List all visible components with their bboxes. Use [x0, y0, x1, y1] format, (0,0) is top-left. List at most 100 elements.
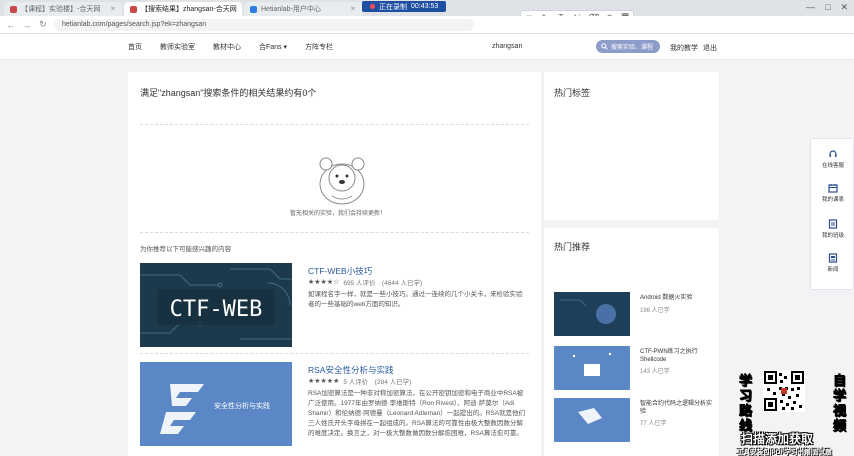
browser-tab-2[interactable]: 【搜索结果】zhangsan-合天网 ✕ — [124, 2, 242, 16]
divider — [140, 353, 529, 354]
course-card-rsa[interactable]: 安全性分析与实践 RSA安全性分析与实践 ★★★★★ 5 人评价 (284 人已… — [140, 362, 529, 448]
main-nav: 首页 教师实验室 教材中心 合Fans ▾ 方阵专栏 — [128, 34, 333, 60]
address-bar: ← → ↻ hetianlab.com/pages/search.jsp?ek=… — [0, 16, 854, 34]
close-window-icon[interactable]: ✕ — [840, 2, 848, 13]
floatbar-label: 我的课表 — [821, 197, 844, 203]
pwn-thumb-icon — [554, 346, 630, 390]
course-meta: ★★★★☆ 695 人评价 (4644 人已学) — [308, 277, 422, 287]
search-input[interactable]: 搜索实验、课程 — [596, 40, 660, 53]
floatbar-label: 新闻 — [827, 267, 839, 273]
rating-stars: ★★★★☆ — [308, 279, 340, 286]
hot-item-thumbnail[interactable] — [554, 292, 630, 336]
forward-icon[interactable]: → — [22, 20, 32, 30]
tab-label: 【搜索结果】zhangsan-合天网 — [141, 6, 237, 13]
promo-watermark: 学 习 路 线 自 学 视 频 扫描添加获取 工具安装包|PDF学习书籍|面试题 — [735, 370, 854, 456]
hot-item-android[interactable]: Android 数据火实验 196 人已学 — [554, 292, 714, 338]
recording-time: 00:43:53 — [411, 3, 439, 10]
rating-count: 5 人评价 (284 人已学) — [343, 379, 412, 386]
hot-item-ctf-pwn[interactable]: CTF-PWN练习之执行Shellcode 143 人已学 — [554, 346, 714, 392]
back-icon[interactable]: ← — [6, 20, 16, 30]
nav-item-teacher-lab[interactable]: 教师实验室 — [160, 42, 195, 52]
site-favicon-icon — [130, 5, 137, 13]
class-icon — [828, 219, 838, 229]
hot-item-title[interactable]: Android 数据火实验 — [640, 294, 712, 302]
search-label: 搜索实验、课程 — [611, 45, 654, 51]
reload-icon[interactable]: ↻ — [38, 19, 48, 30]
calendar-icon — [828, 184, 838, 193]
hot-item-title[interactable]: 智能合约代码之逻辑分析实验 — [640, 400, 712, 416]
nav-item-home[interactable]: 首页 — [128, 42, 142, 52]
my-class-button[interactable]: 我的班级 — [811, 219, 854, 239]
course-card-ctf-web[interactable]: CTF-WEB CTF-WEB小技巧 ★★★★☆ 695 人评价 (4644 人… — [140, 263, 529, 349]
headset-icon — [829, 150, 837, 157]
search-icon — [601, 43, 608, 50]
hot-recommend-title: 热门推荐 — [554, 242, 591, 252]
online-service-button[interactable]: 在线客服 — [811, 149, 854, 169]
empty-result-bear-icon — [319, 157, 365, 205]
course-description: 如课程名字一样，就是一些小技巧。通过一连续的几个小关卡，来检验实验者的一些基础的… — [308, 291, 523, 308]
promo-subtitle: 工具安装包|PDF学习书籍|面试题 — [737, 449, 832, 456]
course-title[interactable]: RSA安全性分析与实践 — [308, 364, 393, 376]
close-tab-icon[interactable]: ✕ — [110, 5, 116, 13]
promo-cta-text: 扫描添加获取 — [741, 432, 814, 446]
close-tab-icon[interactable]: ✕ — [241, 5, 242, 13]
tab-label: Hetianlab-用户中心 — [261, 6, 321, 13]
rating-count: 695 人评价 (4644 人已学) — [343, 280, 423, 287]
qr-code-icon — [763, 370, 805, 412]
tab-label: 【课程】实验楼】-合天网 — [21, 6, 101, 13]
browser-tab-3[interactable]: Hetianlab-用户中心 ✕ — [244, 2, 362, 16]
course-thumbnail[interactable]: 安全性分析与实践 — [140, 362, 292, 446]
news-button[interactable]: 新闻 — [811, 253, 854, 273]
news-icon — [828, 253, 838, 263]
hot-item-title[interactable]: CTF-PWN练习之执行Shellcode — [640, 348, 712, 364]
course-description: RSA加密算法是一种非对称加密算法，在公开密钥加密和电子商业中RSA被广泛使用。… — [308, 390, 526, 437]
thumbnail-title: CTF-WEB — [170, 297, 263, 322]
search-results-panel: 满足"zhangsan"搜索条件的相关结果约有0个 暂无相关的实验，我们会持续更… — [128, 72, 541, 456]
hot-item-thumbnail[interactable] — [554, 346, 630, 390]
record-dot-icon — [370, 4, 375, 9]
contract-thumb-icon — [554, 398, 630, 442]
close-tab-icon[interactable]: ✕ — [350, 5, 356, 13]
divider — [140, 232, 529, 233]
promo-char: 频 — [833, 418, 847, 434]
floating-toolbar: 在线客服 我的课表 我的班级 新闻 — [810, 138, 854, 290]
hot-item-count: 196 人已学 — [640, 308, 670, 314]
my-schedule-button[interactable]: 我的课表 — [811, 183, 854, 203]
android-thumb-icon — [554, 292, 630, 336]
logout-link[interactable]: 退出 — [703, 43, 717, 53]
course-title[interactable]: CTF-WEB小技巧 — [308, 265, 372, 277]
username[interactable]: zhangsan — [492, 43, 522, 50]
hot-item-smart-contract[interactable]: 智能合约代码之逻辑分析实验 77 人已学 — [554, 398, 714, 444]
rating-stars: ★★★★★ — [308, 378, 340, 385]
empty-result-text: 暂无相关的实验，我们会持续更新！ — [289, 211, 386, 217]
nav-item-textbook[interactable]: 教材中心 — [213, 42, 241, 52]
hot-tags-panel: 热门标签 — [544, 72, 719, 220]
rsa-logo-icon: 安全性分析与实践 — [140, 362, 292, 446]
floatbar-label: 在线客服 — [821, 163, 844, 169]
hot-recommend-panel: 热门推荐 Android 数据火实验 196 人已学 CTF-PWN练习之执行S… — [544, 228, 719, 456]
result-count-title: 满足"zhangsan"搜索条件的相关结果约有0个 — [140, 88, 317, 98]
thumbnail-title: 安全性分析与实践 — [214, 401, 270, 410]
course-thumbnail[interactable]: CTF-WEB — [140, 263, 292, 347]
hot-tags-title: 热门标签 — [554, 88, 591, 98]
floatbar-label: 我的班级 — [821, 233, 844, 239]
site-favicon-icon — [10, 5, 17, 13]
site-header: 首页 教师实验室 教材中心 合Fans ▾ 方阵专栏 zhangsan 搜索实验… — [0, 34, 854, 60]
recommendation-label: 为你推荐以下可能感兴趣的内容 — [140, 246, 231, 253]
circuit-pattern-icon: CTF-WEB — [140, 263, 292, 347]
recording-label: 正在录制 — [379, 3, 407, 11]
hot-item-count: 77 人已学 — [640, 421, 667, 427]
site-favicon-icon — [250, 5, 257, 13]
browser-tab-1[interactable]: 【课程】实验楼】-合天网 ✕ — [4, 2, 122, 16]
hot-item-count: 143 人已学 — [640, 369, 670, 375]
maximize-icon[interactable]: □ — [825, 2, 830, 13]
divider — [140, 124, 529, 125]
window-controls: — □ ✕ — [806, 2, 848, 13]
recording-indicator: 正在录制 00:43:53 — [362, 1, 447, 12]
my-teaching-link[interactable]: 我的教学 — [670, 43, 698, 53]
nav-item-column[interactable]: 方阵专栏 — [305, 42, 333, 52]
url-field[interactable]: hetianlab.com/pages/search.jsp?ek=zhangs… — [54, 18, 474, 31]
nav-item-fans[interactable]: 合Fans ▾ — [259, 42, 287, 52]
hot-item-thumbnail[interactable] — [554, 398, 630, 442]
minimize-icon[interactable]: — — [806, 2, 815, 13]
